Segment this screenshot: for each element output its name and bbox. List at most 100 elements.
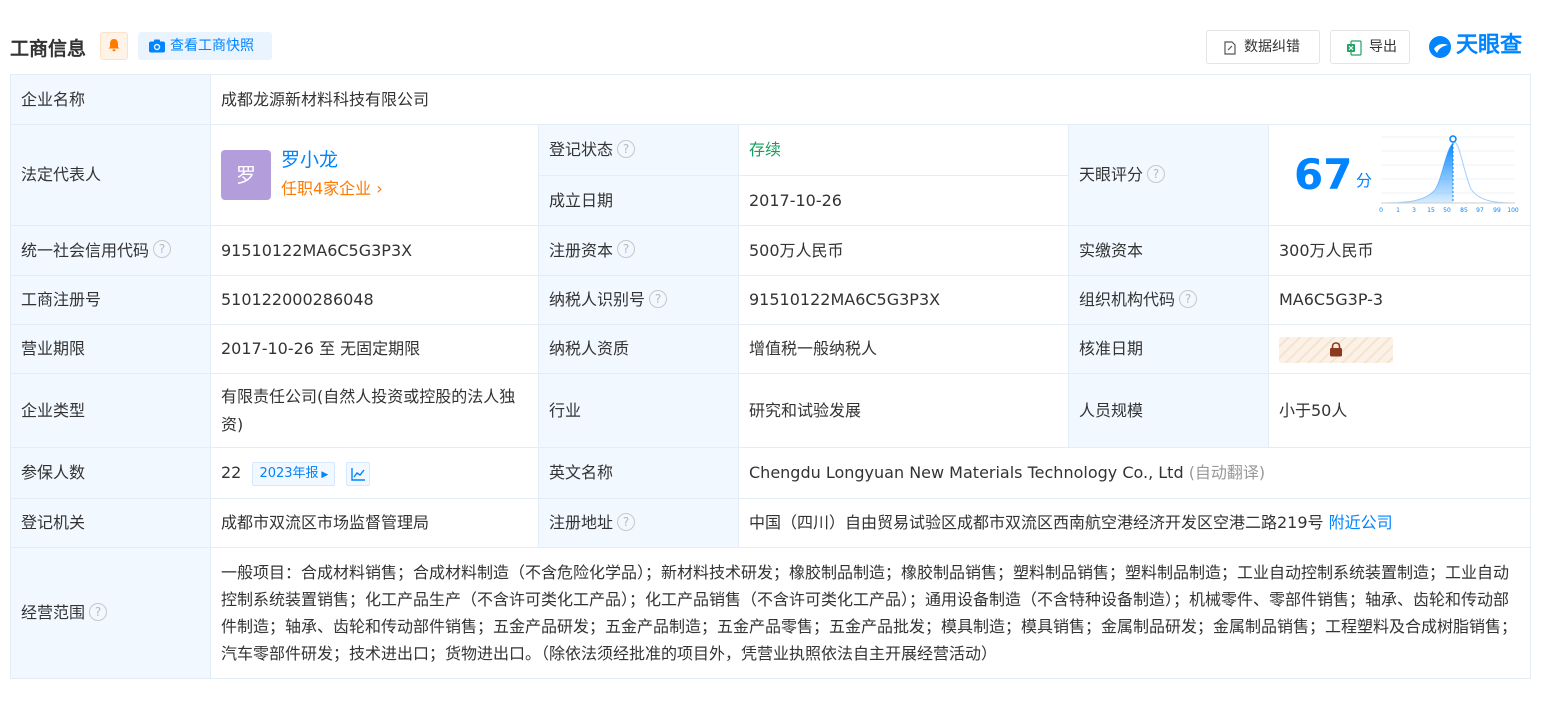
org-code-value: MA6C5G3P-3 bbox=[1267, 275, 1532, 325]
avatar[interactable]: 罗 bbox=[221, 150, 271, 200]
address-label: 注册地址? bbox=[538, 498, 739, 548]
score-tick-labels: 0 1 3 15 50 85 97 99 100 bbox=[1379, 207, 1519, 214]
reg-capital-label: 注册资本? bbox=[538, 225, 739, 276]
score-label: 天眼评分? bbox=[1068, 124, 1269, 226]
company-type-value: 有限责任公司(自然人投资或控股的法人独资) bbox=[210, 373, 539, 448]
annual-report-dropdown[interactable]: 2023年报 ▶ bbox=[252, 461, 336, 486]
approval-date-value bbox=[1267, 324, 1532, 374]
help-icon[interactable]: ? bbox=[649, 289, 668, 308]
help-icon[interactable]: ? bbox=[153, 240, 172, 258]
score-area bbox=[1381, 143, 1453, 203]
org-code-label-text: 组织机构代码 bbox=[1079, 290, 1176, 309]
bell-icon bbox=[108, 39, 120, 52]
tianyancha-logo: 天眼查 bbox=[1428, 30, 1530, 64]
tax-qual-label: 纳税人资质 bbox=[538, 324, 739, 374]
export-label: 导出 bbox=[1369, 39, 1397, 55]
english-name-value: Chengdu Longyuan New Materials Technolog… bbox=[749, 463, 1184, 482]
tick-label: 50 bbox=[1443, 207, 1451, 214]
section-title: 工商信息 bbox=[10, 38, 87, 60]
insured-label: 参保人数 bbox=[10, 447, 211, 499]
help-icon[interactable]: ? bbox=[617, 240, 636, 258]
tax-id-value: 91510122MA6C5G3P3X bbox=[738, 275, 1069, 325]
trend-chart-button[interactable] bbox=[346, 461, 371, 486]
company-name-label: 企业名称 bbox=[10, 74, 211, 125]
reg-capital-value: 500万人民币 bbox=[738, 225, 1069, 276]
english-name-cell: Chengdu Longyuan New Materials Technolog… bbox=[737, 447, 1532, 499]
tick-label: 97 bbox=[1476, 207, 1484, 214]
reg-status-label-text: 登记状态 bbox=[549, 140, 614, 159]
export-button[interactable]: 导出 bbox=[1330, 30, 1410, 64]
table-row: 统一社会信用代码? 91510122MA6C5G3P3X 注册资本? 500万人… bbox=[10, 225, 1532, 276]
help-icon[interactable]: ? bbox=[617, 139, 636, 158]
section-header: 工商信息 查看工商快照 数据纠错 导出 天眼查 bbox=[10, 30, 1530, 64]
help-icon[interactable]: ? bbox=[617, 512, 636, 531]
help-icon[interactable]: ? bbox=[1147, 164, 1166, 183]
trend-chart-icon bbox=[351, 467, 366, 481]
tax-id-label: 纳税人识别号? bbox=[538, 275, 739, 325]
score-cell[interactable]: 67 分 0 1 3 15 50 85 97 99 100 bbox=[1267, 124, 1532, 226]
data-correction-label: 数据纠错 bbox=[1244, 39, 1300, 55]
locked-content[interactable] bbox=[1279, 336, 1393, 363]
address-value: 中国（四川）自由贸易试验区成都市双流区西南航空港经济开发区空港二路219号 bbox=[749, 513, 1324, 532]
view-snapshot-label: 查看工商快照 bbox=[170, 38, 254, 54]
annual-report-year: 2023年报 bbox=[259, 465, 319, 481]
legal-rep-name-link[interactable]: 罗小龙 bbox=[281, 146, 338, 174]
founded-value: 2017-10-26 bbox=[738, 175, 1069, 226]
chevron-right-icon: › bbox=[371, 179, 383, 198]
tick-label: 15 bbox=[1427, 207, 1435, 214]
term-value: 2017-10-26 至 无固定期限 bbox=[210, 324, 539, 374]
table-row: 经营范围? 一般项目：合成材料销售；合成材料制造（不含危险化学品）；新材料技术研… bbox=[10, 547, 1532, 679]
score-value: 67 bbox=[1294, 150, 1353, 199]
table-row: 参保人数 22 2023年报 ▶ 英文名称 Chengdu Longyuan N… bbox=[10, 447, 1532, 499]
credit-code-label: 统一社会信用代码? bbox=[10, 225, 211, 276]
legal-rep-cell: 罗 罗小龙 任职4家企业 › bbox=[210, 124, 539, 226]
help-icon[interactable]: ? bbox=[1179, 289, 1198, 308]
table-row: 工商注册号 510122000286048 纳税人识别号? 91510122MA… bbox=[10, 275, 1532, 325]
tick-label: 1 bbox=[1396, 207, 1400, 214]
reg-capital-label-text: 注册资本 bbox=[549, 240, 614, 260]
company-name-value: 成都龙源新材料科技有限公司 bbox=[209, 74, 1532, 125]
score-marker bbox=[1449, 135, 1457, 143]
authority-label: 登记机关 bbox=[10, 498, 211, 548]
approval-date-label: 核准日期 bbox=[1068, 324, 1269, 374]
authority-value: 成都市双流区市场监督管理局 bbox=[210, 498, 539, 548]
lock-icon bbox=[1330, 341, 1342, 356]
subscribe-button[interactable] bbox=[100, 32, 128, 60]
scope-label: 经营范围? bbox=[10, 547, 211, 679]
table-row: 企业类型 有限责任公司(自然人投资或控股的法人独资) 行业 研究和试验发展 人员… bbox=[10, 373, 1532, 448]
paid-capital-value: 300万人民币 bbox=[1267, 225, 1532, 276]
english-name-label: 英文名称 bbox=[538, 447, 739, 499]
edit-document-icon bbox=[1224, 41, 1236, 55]
view-snapshot-button[interactable]: 查看工商快照 bbox=[138, 32, 272, 60]
industry-label: 行业 bbox=[538, 373, 739, 448]
term-label: 营业期限 bbox=[10, 324, 211, 374]
reg-status-label: 登记状态? bbox=[538, 124, 739, 176]
founded-label: 成立日期 bbox=[538, 175, 739, 226]
staff-value: 小于50人 bbox=[1267, 373, 1532, 448]
excel-icon bbox=[1347, 40, 1362, 56]
legal-rep-jobs-link[interactable]: 任职4家企业 › bbox=[281, 176, 383, 202]
help-icon[interactable]: ? bbox=[89, 602, 108, 621]
logo-text: 天眼查 bbox=[1456, 33, 1523, 58]
insured-cell: 22 2023年报 ▶ bbox=[210, 447, 539, 499]
legal-rep-jobs-text: 任职4家企业 bbox=[281, 179, 372, 198]
paid-capital-label: 实缴资本 bbox=[1068, 225, 1269, 276]
tick-label: 100 bbox=[1507, 207, 1519, 214]
credit-code-value: 91510122MA6C5G3P3X bbox=[210, 225, 539, 276]
score-distribution-chart: 0 1 3 15 50 85 97 99 100 bbox=[1379, 135, 1519, 214]
reg-no-label: 工商注册号 bbox=[10, 275, 211, 325]
table-row: 法定代表人 罗 罗小龙 任职4家企业 › 登记状态? 存续 天眼评分? 67 分 bbox=[10, 124, 1532, 226]
tick-label: 99 bbox=[1493, 207, 1501, 214]
scope-label-text: 经营范围 bbox=[21, 603, 86, 622]
data-correction-button[interactable]: 数据纠错 bbox=[1206, 30, 1320, 64]
table-row: 登记机关 成都市双流区市场监督管理局 注册地址? 中国（四川）自由贸易试验区成都… bbox=[10, 498, 1532, 548]
insured-value: 22 bbox=[221, 463, 242, 482]
nearby-companies-link[interactable]: 附近公司 bbox=[1329, 513, 1393, 532]
address-cell: 中国（四川）自由贸易试验区成都市双流区西南航空港经济开发区空港二路219号 附近… bbox=[737, 498, 1532, 548]
scope-value: 一般项目：合成材料销售；合成材料制造（不含危险化学品）；新材料技术研发；橡胶制品… bbox=[209, 547, 1532, 679]
camera-icon bbox=[149, 39, 165, 53]
table-row: 营业期限 2017-10-26 至 无固定期限 纳税人资质 增值税一般纳税人 核… bbox=[10, 324, 1532, 374]
tax-qual-value: 增值税一般纳税人 bbox=[738, 324, 1069, 374]
company-type-label: 企业类型 bbox=[10, 373, 211, 448]
score-unit: 分 bbox=[1356, 171, 1373, 190]
